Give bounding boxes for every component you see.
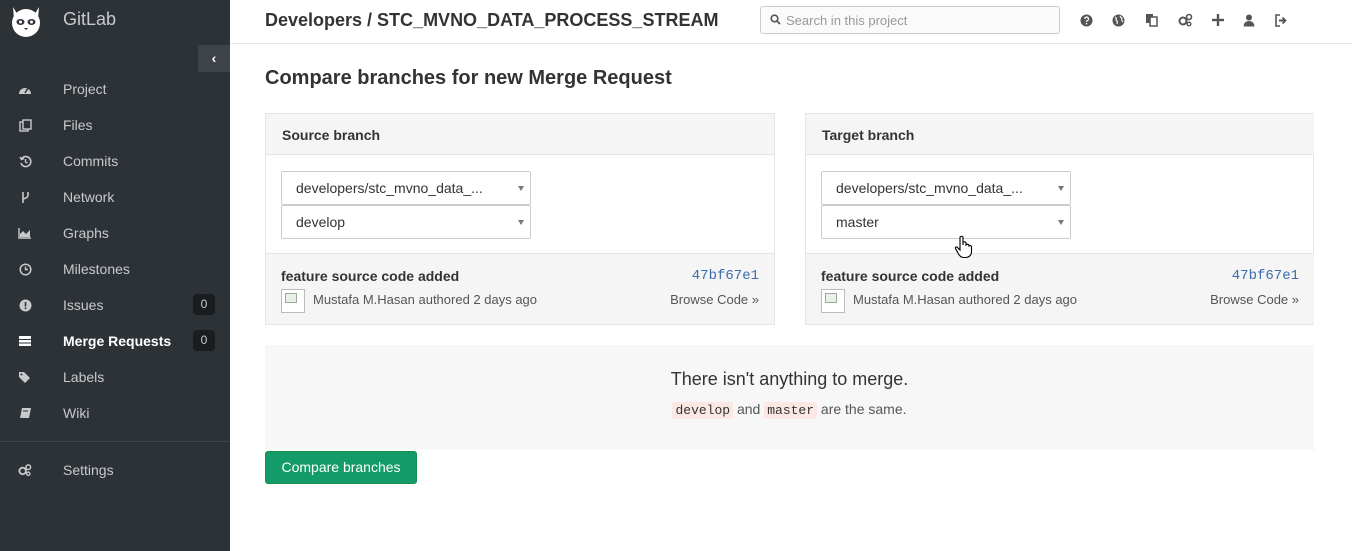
source-project-select[interactable]: developers/stc_mvno_data_...: [281, 171, 531, 205]
project-title[interactable]: Developers / STC_MVNO_DATA_PROCESS_STREA…: [265, 10, 718, 31]
sidebar-item-label: Settings: [63, 462, 114, 478]
history-icon: [18, 154, 32, 168]
sign-out-icon[interactable]: [1273, 12, 1289, 28]
sidebar-item-label: Commits: [63, 153, 119, 169]
sidebar-item-files[interactable]: Files: [0, 107, 230, 143]
source-branch-value: develop: [296, 214, 346, 230]
source-panel-header: Source branch: [266, 114, 774, 155]
compare-branches-button[interactable]: Compare branches: [265, 451, 417, 484]
source-commit-author: Mustafa M.Hasan authored 2 days ago: [313, 292, 538, 307]
notice-branch-a: develop: [672, 402, 734, 419]
target-branch-select[interactable]: master: [821, 205, 1071, 239]
search-input[interactable]: [786, 10, 1054, 30]
brand-name[interactable]: GitLab: [63, 9, 116, 30]
sidebar-collapse-button[interactable]: ‹: [198, 45, 230, 72]
area-chart-icon: [18, 226, 32, 240]
sidebar-item-labels[interactable]: Labels: [0, 359, 230, 395]
target-browse-code-link[interactable]: Browse Code »: [1210, 292, 1299, 307]
sidebar-item-label: Milestones: [63, 261, 130, 277]
exclamation-circle-icon: [18, 298, 32, 312]
target-panel-header: Target branch: [806, 114, 1314, 155]
plus-icon[interactable]: [1210, 12, 1226, 28]
target-commit-message: feature source code added: [821, 268, 1000, 284]
source-commit-message: feature source code added: [281, 268, 460, 284]
source-project-value: developers/stc_mvno_data_...: [296, 180, 483, 196]
cogs-icon: [18, 463, 32, 477]
target-project-select[interactable]: developers/stc_mvno_data_...: [821, 171, 1071, 205]
notice-branch-b: master: [764, 402, 818, 419]
hand-pointer-cursor-icon: [954, 235, 973, 259]
source-commit-sha-link[interactable]: 47bf67e1: [692, 268, 759, 284]
user-icon[interactable]: [1241, 12, 1257, 28]
chevron-left-icon: ‹: [211, 50, 217, 66]
sidebar-item-commits[interactable]: Commits: [0, 143, 230, 179]
gitlab-logo-icon[interactable]: [8, 3, 44, 39]
page-title: Compare branches for new Merge Request: [265, 67, 672, 89]
source-branch-panel: Source branch developers/stc_mvno_data_.…: [265, 113, 775, 325]
target-commit-author: Mustafa M.Hasan authored 2 days ago: [853, 292, 1078, 307]
copy-icon[interactable]: [1143, 12, 1159, 28]
search-box[interactable]: [760, 6, 1060, 34]
notice-suffix: are the same.: [820, 401, 907, 417]
sidebar-item-graphs[interactable]: Graphs: [0, 215, 230, 251]
book-icon: [18, 406, 32, 420]
target-panel-title: Target branch: [822, 127, 915, 143]
sidebar-item-label: Network: [63, 189, 115, 205]
avatar: [281, 289, 305, 313]
target-project-value: developers/stc_mvno_data_...: [836, 180, 1023, 196]
caret-down-icon: [518, 186, 524, 191]
caret-down-icon: [1058, 220, 1064, 225]
globe-icon[interactable]: [1110, 12, 1126, 28]
sidebar-item-wiki[interactable]: Wiki: [0, 395, 230, 431]
tasks-icon: [18, 334, 32, 348]
sidebar-item-merge-requests[interactable]: Merge Requests 0: [0, 323, 230, 359]
sidebar: GitLab ‹ Project Files Commits Network G…: [0, 0, 230, 551]
source-panel-title: Source branch: [282, 127, 381, 143]
notice-description: develop and master are the same.: [265, 401, 1314, 419]
source-browse-code-link[interactable]: Browse Code »: [670, 292, 759, 307]
search-icon: [770, 14, 781, 25]
sidebar-item-label: Labels: [63, 369, 105, 385]
target-branch-panel: Target branch developers/stc_mvno_data_.…: [805, 113, 1314, 325]
sidebar-item-label: Project: [63, 81, 107, 97]
notice-and-text: and: [736, 401, 761, 417]
sidebar-item-project[interactable]: Project: [0, 71, 230, 107]
sidebar-item-network[interactable]: Network: [0, 179, 230, 215]
sidebar-item-label: Files: [63, 117, 93, 133]
nothing-to-merge-notice: There isn't anything to merge. develop a…: [265, 345, 1314, 450]
target-branch-value: master: [836, 214, 879, 230]
notice-title: There isn't anything to merge.: [670, 369, 909, 389]
caret-down-icon: [1058, 186, 1064, 191]
clock-icon: [18, 262, 32, 276]
sidebar-item-label: Graphs: [63, 225, 109, 241]
brand-row[interactable]: GitLab: [0, 0, 230, 40]
sidebar-item-settings[interactable]: Settings: [0, 452, 230, 488]
target-commit-info: feature source code added 47bf67e1 Musta…: [806, 253, 1314, 324]
top-header: Developers / STC_MVNO_DATA_PROCESS_STREA…: [230, 0, 1352, 44]
source-commit-info: feature source code added 47bf67e1 Musta…: [266, 253, 774, 324]
tags-icon: [18, 370, 32, 384]
source-branch-select[interactable]: develop: [281, 205, 531, 239]
dashboard-icon: [18, 82, 32, 96]
avatar: [821, 289, 845, 313]
help-icon[interactable]: [1078, 12, 1094, 28]
cogs-icon[interactable]: [1177, 12, 1193, 28]
issues-count-badge: 0: [193, 294, 215, 315]
sidebar-item-label: Issues: [63, 297, 104, 313]
sidebar-item-milestones[interactable]: Milestones: [0, 251, 230, 287]
sidebar-item-label: Wiki: [63, 405, 90, 421]
sidebar-item-label: Merge Requests: [63, 333, 172, 349]
sidebar-item-issues[interactable]: Issues 0: [0, 287, 230, 323]
sidebar-divider: [0, 441, 230, 442]
caret-down-icon: [518, 220, 524, 225]
files-icon: [18, 118, 32, 132]
target-commit-sha-link[interactable]: 47bf67e1: [1232, 268, 1299, 284]
code-fork-icon: [18, 190, 32, 204]
merge-requests-count-badge: 0: [193, 330, 215, 351]
